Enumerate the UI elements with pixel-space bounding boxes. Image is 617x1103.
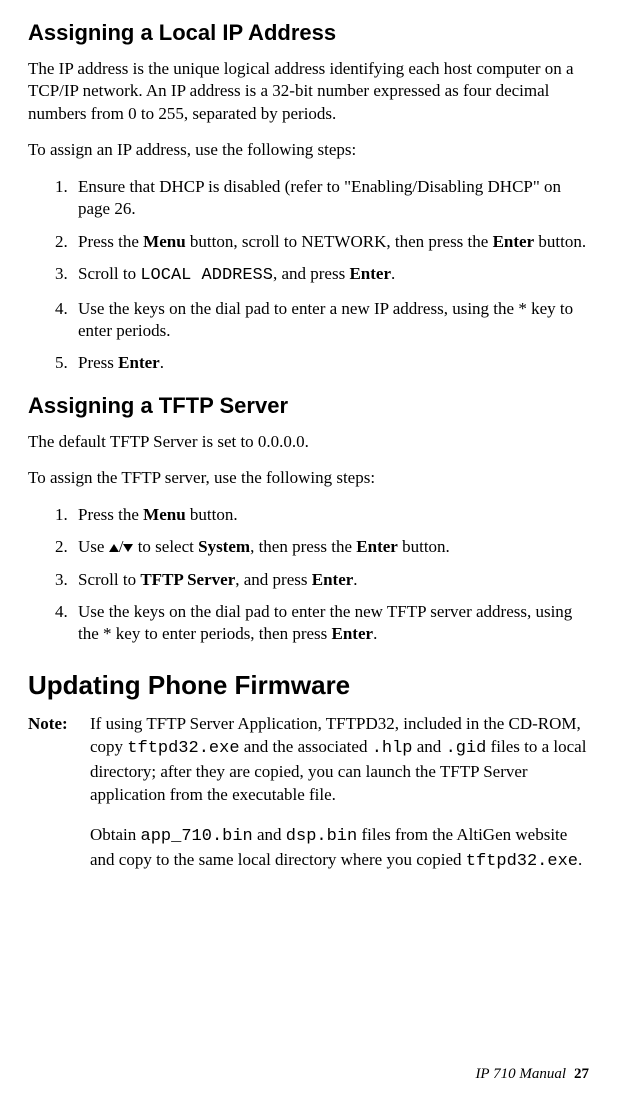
para-ip-lead: To assign an IP address, use the followi… (28, 139, 589, 161)
filename-dsp-bin: dsp.bin (286, 827, 357, 846)
text: Press (78, 353, 118, 372)
text: , and press (273, 264, 349, 283)
text: button. (186, 505, 238, 524)
text: Use the keys on the dial pad to enter th… (78, 602, 572, 643)
text: . (373, 624, 377, 643)
step-item: Press the Menu button, scroll to NETWORK… (72, 231, 589, 253)
text: button. (534, 232, 586, 251)
enter-button-label: Enter (356, 537, 398, 556)
steps-assign-tftp: Press the Menu button. Use / to select S… (28, 504, 589, 646)
page-footer: IP 710 Manual 27 (475, 1066, 589, 1083)
step-item: Press the Menu button. (72, 504, 589, 526)
enter-button-label: Enter (118, 353, 160, 372)
text: button. (398, 537, 450, 556)
step-item: Use the keys on the dial pad to enter a … (72, 298, 589, 343)
text: . (160, 353, 164, 372)
text: and (413, 737, 446, 756)
text: . (578, 850, 582, 869)
system-menu-label: System (198, 537, 250, 556)
menu-button-label: Menu (143, 505, 186, 524)
file-ext-gid: .gid (446, 739, 487, 758)
note-label: Note: (28, 713, 90, 807)
text: Press the (78, 232, 143, 251)
para-ip-intro: The IP address is the unique logical add… (28, 58, 589, 125)
step-item: Press Enter. (72, 352, 589, 374)
note-block: Note: If using TFTP Server Application, … (28, 713, 589, 807)
text: and (253, 825, 286, 844)
text: button, scroll to NETWORK, then press th… (186, 232, 493, 251)
step-item: Ensure that DHCP is disabled (refer to "… (72, 176, 589, 221)
step-item: Use the keys on the dial pad to enter th… (72, 601, 589, 646)
enter-button-label: Enter (312, 570, 354, 589)
text: to select (133, 537, 198, 556)
para-tftp-intro: The default TFTP Server is set to 0.0.0.… (28, 431, 589, 453)
heading-assign-local-ip: Assigning a Local IP Address (28, 20, 589, 46)
text: Use (78, 537, 109, 556)
text: . (353, 570, 357, 589)
text: Scroll to (78, 264, 140, 283)
filename-tftpd32-exe: tftpd32.exe (466, 852, 578, 871)
note-continuation: Obtain app_710.bin and dsp.bin files fro… (90, 824, 589, 874)
menu-path-local-address: LOCAL ADDRESS (140, 266, 273, 285)
menu-button-label: Menu (143, 232, 186, 251)
step-item: Scroll to TFTP Server, and press Enter. (72, 569, 589, 591)
steps-assign-ip: Ensure that DHCP is disabled (refer to "… (28, 176, 589, 375)
filename-tftpd32-exe: tftpd32.exe (127, 739, 239, 758)
enter-button-label: Enter (332, 624, 374, 643)
text: Obtain (90, 825, 141, 844)
text: , then press the (250, 537, 356, 556)
text: and the associated (240, 737, 372, 756)
heading-updating-firmware: Updating Phone Firmware (28, 670, 589, 701)
text: Press the (78, 505, 143, 524)
file-ext-hlp: .hlp (372, 739, 413, 758)
enter-button-label: Enter (493, 232, 535, 251)
text: , and press (235, 570, 311, 589)
text: . (391, 264, 395, 283)
footer-page-number: 27 (574, 1066, 589, 1082)
filename-app710-bin: app_710.bin (141, 827, 253, 846)
document-page: Assigning a Local IP Address The IP addr… (0, 0, 617, 1103)
arrow-down-icon (123, 544, 133, 552)
text: Scroll to (78, 570, 140, 589)
footer-title: IP 710 Manual (475, 1066, 566, 1082)
step-item: Use / to select System, then press the E… (72, 536, 589, 558)
tftp-server-menu-label: TFTP Server (140, 570, 235, 589)
heading-assign-tftp: Assigning a TFTP Server (28, 393, 589, 419)
note-body: If using TFTP Server Application, TFTPD3… (90, 713, 589, 807)
enter-button-label: Enter (349, 264, 391, 283)
arrow-up-icon (109, 544, 119, 552)
step-item: Scroll to LOCAL ADDRESS, and press Enter… (72, 263, 589, 287)
para-tftp-lead: To assign the TFTP server, use the follo… (28, 467, 589, 489)
